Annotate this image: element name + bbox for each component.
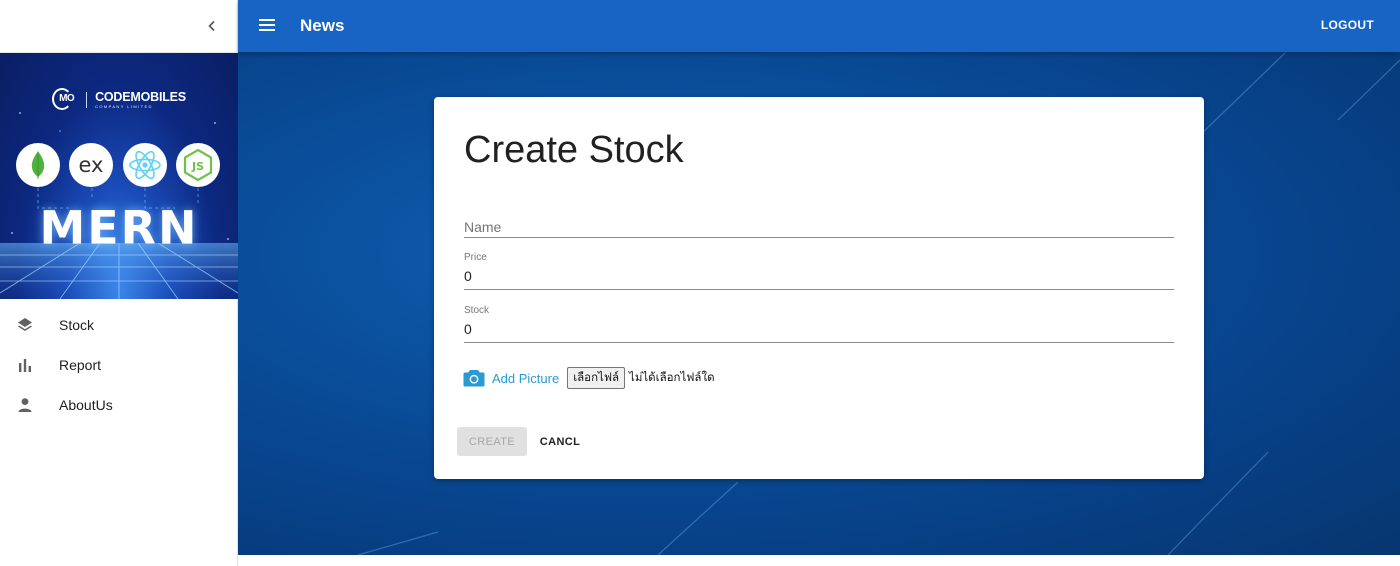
stock-field[interactable]: Stock 0 [464, 305, 1174, 343]
layers-icon [16, 316, 34, 334]
react-icon [123, 143, 167, 187]
form-title: Create Stock [464, 129, 684, 171]
name-placeholder: Name [464, 219, 502, 235]
page-title: News [300, 16, 345, 35]
name-field[interactable]: Name [464, 215, 1174, 238]
collapse-drawer-button[interactable] [199, 13, 225, 39]
sidebar-item-label: AboutUs [59, 397, 113, 413]
sidebar: MO CODEMOBILES COMPANY LIMITED ex JS MER… [0, 0, 238, 566]
price-label: Price [464, 252, 487, 263]
logout-button[interactable]: LOGOUT [1321, 18, 1374, 32]
grid-floor-decoration [0, 243, 238, 299]
add-picture-row: Add Picture เลือกไฟล์ ไม่ได้เลือกไฟล์ใด [462, 367, 715, 389]
price-field[interactable]: Price 0 [464, 252, 1174, 290]
brand-name: CODEMOBILES [95, 90, 186, 105]
brand-mark: MO [52, 88, 78, 112]
cancel-button[interactable]: CANCL [532, 427, 588, 456]
person-icon [16, 396, 34, 414]
choose-file-button[interactable]: เลือกไฟล์ [567, 367, 626, 389]
chevron-left-icon [208, 20, 215, 32]
hamburger-icon [259, 19, 275, 31]
menu-button[interactable] [256, 14, 278, 36]
top-app-bar: News LOGOUT [238, 0, 1400, 52]
sidebar-item-label: Stock [59, 317, 95, 333]
mongodb-icon [16, 143, 60, 187]
sidebar-item-label: Report [59, 357, 102, 373]
brand-subtitle: COMPANY LIMITED [95, 103, 153, 109]
nodejs-icon: JS [176, 143, 220, 187]
sidebar-item-aboutus[interactable]: AboutUs [0, 385, 238, 425]
create-button[interactable]: CREATE [457, 427, 527, 456]
main-content: Create Stock Name Price 0 Stock 0 Add Pi… [238, 52, 1400, 555]
mern-banner: MO CODEMOBILES COMPANY LIMITED ex JS MER… [0, 53, 238, 299]
stock-value: 0 [464, 321, 472, 337]
price-value: 0 [464, 268, 472, 284]
svg-text:JS: JS [191, 160, 204, 173]
create-stock-card: Create Stock Name Price 0 Stock 0 Add Pi… [434, 97, 1204, 479]
camera-icon[interactable] [462, 367, 486, 389]
no-file-selected-text: ไม่ได้เลือกไฟล์ใด [629, 370, 715, 384]
express-icon: ex [69, 143, 113, 187]
add-picture-label[interactable]: Add Picture [492, 371, 559, 386]
codemobiles-logo: MO CODEMOBILES COMPANY LIMITED [0, 88, 238, 112]
sidebar-item-stock[interactable]: Stock [0, 305, 238, 345]
sidebar-item-report[interactable]: Report [0, 345, 238, 385]
sidebar-header [0, 0, 237, 53]
stock-label: Stock [464, 305, 490, 316]
bar-chart-icon [16, 356, 34, 374]
bottom-strip [238, 555, 1400, 566]
sidebar-nav: Stock Report AboutUs [0, 305, 238, 425]
